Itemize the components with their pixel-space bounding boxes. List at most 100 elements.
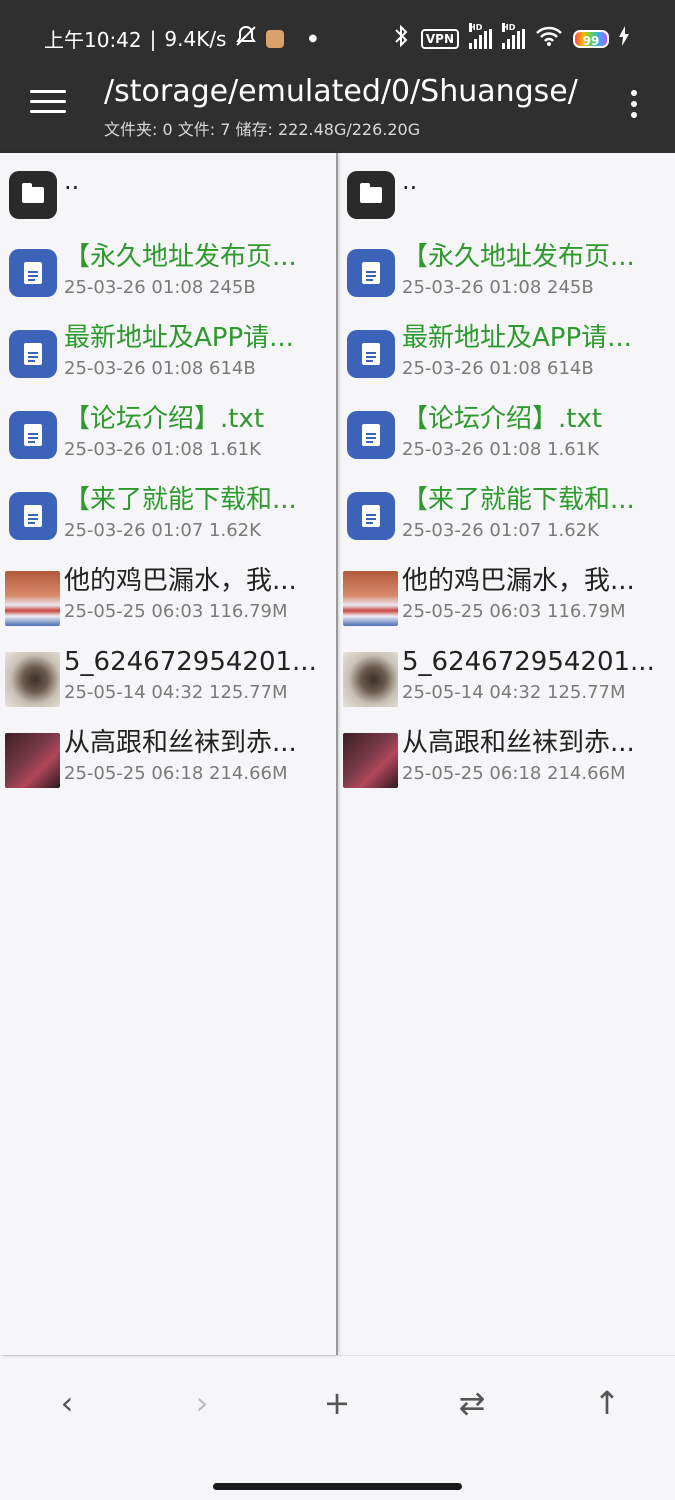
plus-icon: + bbox=[323, 1384, 351, 1422]
file-name: 【论坛介绍】.txt bbox=[402, 404, 603, 434]
file-name: 【来了就能下载和... bbox=[402, 485, 635, 515]
file-meta: 25-05-14 04:32 125.77M bbox=[64, 682, 288, 703]
folder-icon bbox=[9, 171, 57, 219]
file-name: 【论坛介绍】.txt bbox=[64, 404, 265, 434]
file-row[interactable]: 【来了就能下载和... 25-03-26 01:07 1.62K bbox=[0, 476, 336, 557]
file-row[interactable]: 5_624672954201... 25-05-14 04:32 125.77M bbox=[0, 638, 336, 719]
file-name: 5_624672954201... bbox=[402, 647, 655, 677]
file-name: 5_624672954201... bbox=[64, 647, 317, 677]
vpn-icon: VPN bbox=[420, 28, 459, 49]
file-row[interactable]: 他的鸡巴漏水，我... 25-05-25 06:03 116.79M bbox=[338, 557, 675, 638]
file-row[interactable]: 5_624672954201... 25-05-14 04:32 125.77M bbox=[338, 638, 675, 719]
document-icon bbox=[347, 411, 395, 459]
right-pane[interactable]: .. 【永久地址发布页... 25-03-26 01:08 245B 最新地址及… bbox=[338, 153, 675, 1355]
status-left: 上午10:42 | 9.4K/s ● bbox=[44, 24, 317, 53]
video-thumbnail bbox=[5, 733, 60, 788]
video-thumbnail bbox=[5, 652, 60, 707]
file-meta: 25-05-25 06:18 214.66M bbox=[402, 763, 626, 784]
signal-icon: HD bbox=[469, 22, 492, 49]
file-name: 他的鸡巴漏水，我... bbox=[402, 566, 635, 596]
top-app-bar: 上午10:42 | 9.4K/s ● VPN HD HD 99 /storage… bbox=[0, 0, 675, 153]
file-meta: 25-03-26 01:08 245B bbox=[64, 277, 256, 298]
file-row[interactable]: 【永久地址发布页... 25-03-26 01:08 245B bbox=[0, 233, 336, 314]
folder-icon bbox=[347, 171, 395, 219]
parent-folder-button[interactable]: ↑ bbox=[577, 1378, 637, 1428]
file-meta: 25-05-25 06:03 116.79M bbox=[64, 601, 288, 622]
back-button[interactable]: ‹ bbox=[37, 1378, 97, 1428]
chevron-left-icon: ‹ bbox=[60, 1384, 74, 1422]
video-thumbnail bbox=[343, 733, 398, 788]
document-icon bbox=[9, 249, 57, 297]
status-bar: 上午10:42 | 9.4K/s ● VPN HD HD 99 bbox=[0, 0, 675, 72]
file-row[interactable]: 最新地址及APP请... 25-03-26 01:08 614B bbox=[338, 314, 675, 395]
document-icon bbox=[347, 492, 395, 540]
video-thumbnail bbox=[343, 652, 398, 707]
parent-directory-row[interactable]: .. bbox=[338, 153, 675, 233]
file-meta: 25-03-26 01:08 614B bbox=[402, 358, 594, 379]
file-name: 从高跟和丝袜到赤... bbox=[64, 728, 297, 758]
file-row[interactable]: 【论坛介绍】.txt 25-03-26 01:08 1.61K bbox=[0, 395, 336, 476]
arrow-up-icon: ↑ bbox=[593, 1384, 621, 1422]
signal-hd-label: HD bbox=[469, 22, 483, 32]
forward-button[interactable]: › bbox=[172, 1378, 232, 1428]
parent-directory-label: .. bbox=[64, 167, 80, 195]
file-meta: 25-05-25 06:18 214.66M bbox=[64, 763, 288, 784]
file-meta: 25-05-14 04:32 125.77M bbox=[402, 682, 626, 703]
file-row[interactable]: 最新地址及APP请... 25-03-26 01:08 614B bbox=[0, 314, 336, 395]
silent-bell-icon bbox=[234, 25, 258, 52]
storage-stats: 文件夹: 0 文件: 7 储存: 222.48G/226.20G bbox=[104, 120, 421, 139]
current-path: /storage/emulated/0/Shuangse/ bbox=[104, 74, 578, 109]
left-pane[interactable]: .. 【永久地址发布页... 25-03-26 01:08 245B 最新地址及… bbox=[0, 153, 336, 1355]
parent-directory-label: .. bbox=[402, 167, 418, 195]
battery-icon: 99 bbox=[573, 29, 609, 48]
status-separator: | bbox=[149, 26, 157, 51]
file-name: 从高跟和丝袜到赤... bbox=[402, 728, 635, 758]
file-meta: 25-03-26 01:08 1.61K bbox=[402, 439, 599, 460]
pane-divider[interactable] bbox=[336, 153, 338, 1355]
file-name: 【来了就能下载和... bbox=[64, 485, 297, 515]
menu-button[interactable] bbox=[30, 90, 66, 120]
file-meta: 25-03-26 01:08 1.61K bbox=[64, 439, 261, 460]
file-meta: 25-03-26 01:08 614B bbox=[64, 358, 256, 379]
file-name: 【永久地址发布页... bbox=[64, 242, 297, 272]
file-name: 【永久地址发布页... bbox=[402, 242, 635, 272]
status-right: VPN HD HD 99 bbox=[391, 22, 629, 53]
chevron-right-icon: › bbox=[195, 1384, 209, 1422]
bluetooth-icon bbox=[391, 24, 411, 53]
file-meta: 25-03-26 01:08 245B bbox=[402, 277, 594, 298]
document-icon bbox=[9, 492, 57, 540]
file-name: 最新地址及APP请... bbox=[64, 323, 294, 353]
video-thumbnail bbox=[5, 571, 60, 626]
app-notification-icon bbox=[266, 29, 285, 48]
swap-icon: ⇄ bbox=[458, 1384, 486, 1422]
charging-icon bbox=[619, 26, 629, 51]
document-icon bbox=[9, 330, 57, 378]
parent-directory-row[interactable]: .. bbox=[0, 153, 336, 233]
file-name: 他的鸡巴漏水，我... bbox=[64, 566, 297, 596]
file-row[interactable]: 从高跟和丝袜到赤... 25-05-25 06:18 214.66M bbox=[338, 719, 675, 800]
dot-icon: ● bbox=[308, 32, 318, 44]
file-name: 最新地址及APP请... bbox=[402, 323, 632, 353]
file-row[interactable]: 【来了就能下载和... 25-03-26 01:07 1.62K bbox=[338, 476, 675, 557]
document-icon bbox=[347, 249, 395, 297]
wifi-icon bbox=[535, 25, 563, 52]
file-row[interactable]: 【永久地址发布页... 25-03-26 01:08 245B bbox=[338, 233, 675, 314]
file-meta: 25-03-26 01:07 1.62K bbox=[402, 520, 599, 541]
file-row[interactable]: 从高跟和丝袜到赤... 25-05-25 06:18 214.66M bbox=[0, 719, 336, 800]
clock: 上午10:42 bbox=[44, 28, 142, 52]
swap-panes-button[interactable]: ⇄ bbox=[442, 1378, 502, 1428]
file-meta: 25-03-26 01:07 1.62K bbox=[64, 520, 261, 541]
document-icon bbox=[9, 411, 57, 459]
home-indicator[interactable] bbox=[213, 1483, 462, 1490]
file-row[interactable]: 【论坛介绍】.txt 25-03-26 01:08 1.61K bbox=[338, 395, 675, 476]
signal-hd-label: HD bbox=[502, 22, 516, 32]
bottom-navigation: ‹ › + ⇄ ↑ bbox=[0, 1355, 675, 1500]
file-meta: 25-05-25 06:03 116.79M bbox=[402, 601, 626, 622]
net-speed: 9.4K/s bbox=[164, 26, 227, 51]
more-options-button[interactable] bbox=[628, 90, 640, 124]
file-row[interactable]: 他的鸡巴漏水，我... 25-05-25 06:03 116.79M bbox=[0, 557, 336, 638]
document-icon bbox=[347, 330, 395, 378]
signal-icon: HD bbox=[502, 22, 525, 49]
video-thumbnail bbox=[343, 571, 398, 626]
add-button[interactable]: + bbox=[307, 1378, 367, 1428]
